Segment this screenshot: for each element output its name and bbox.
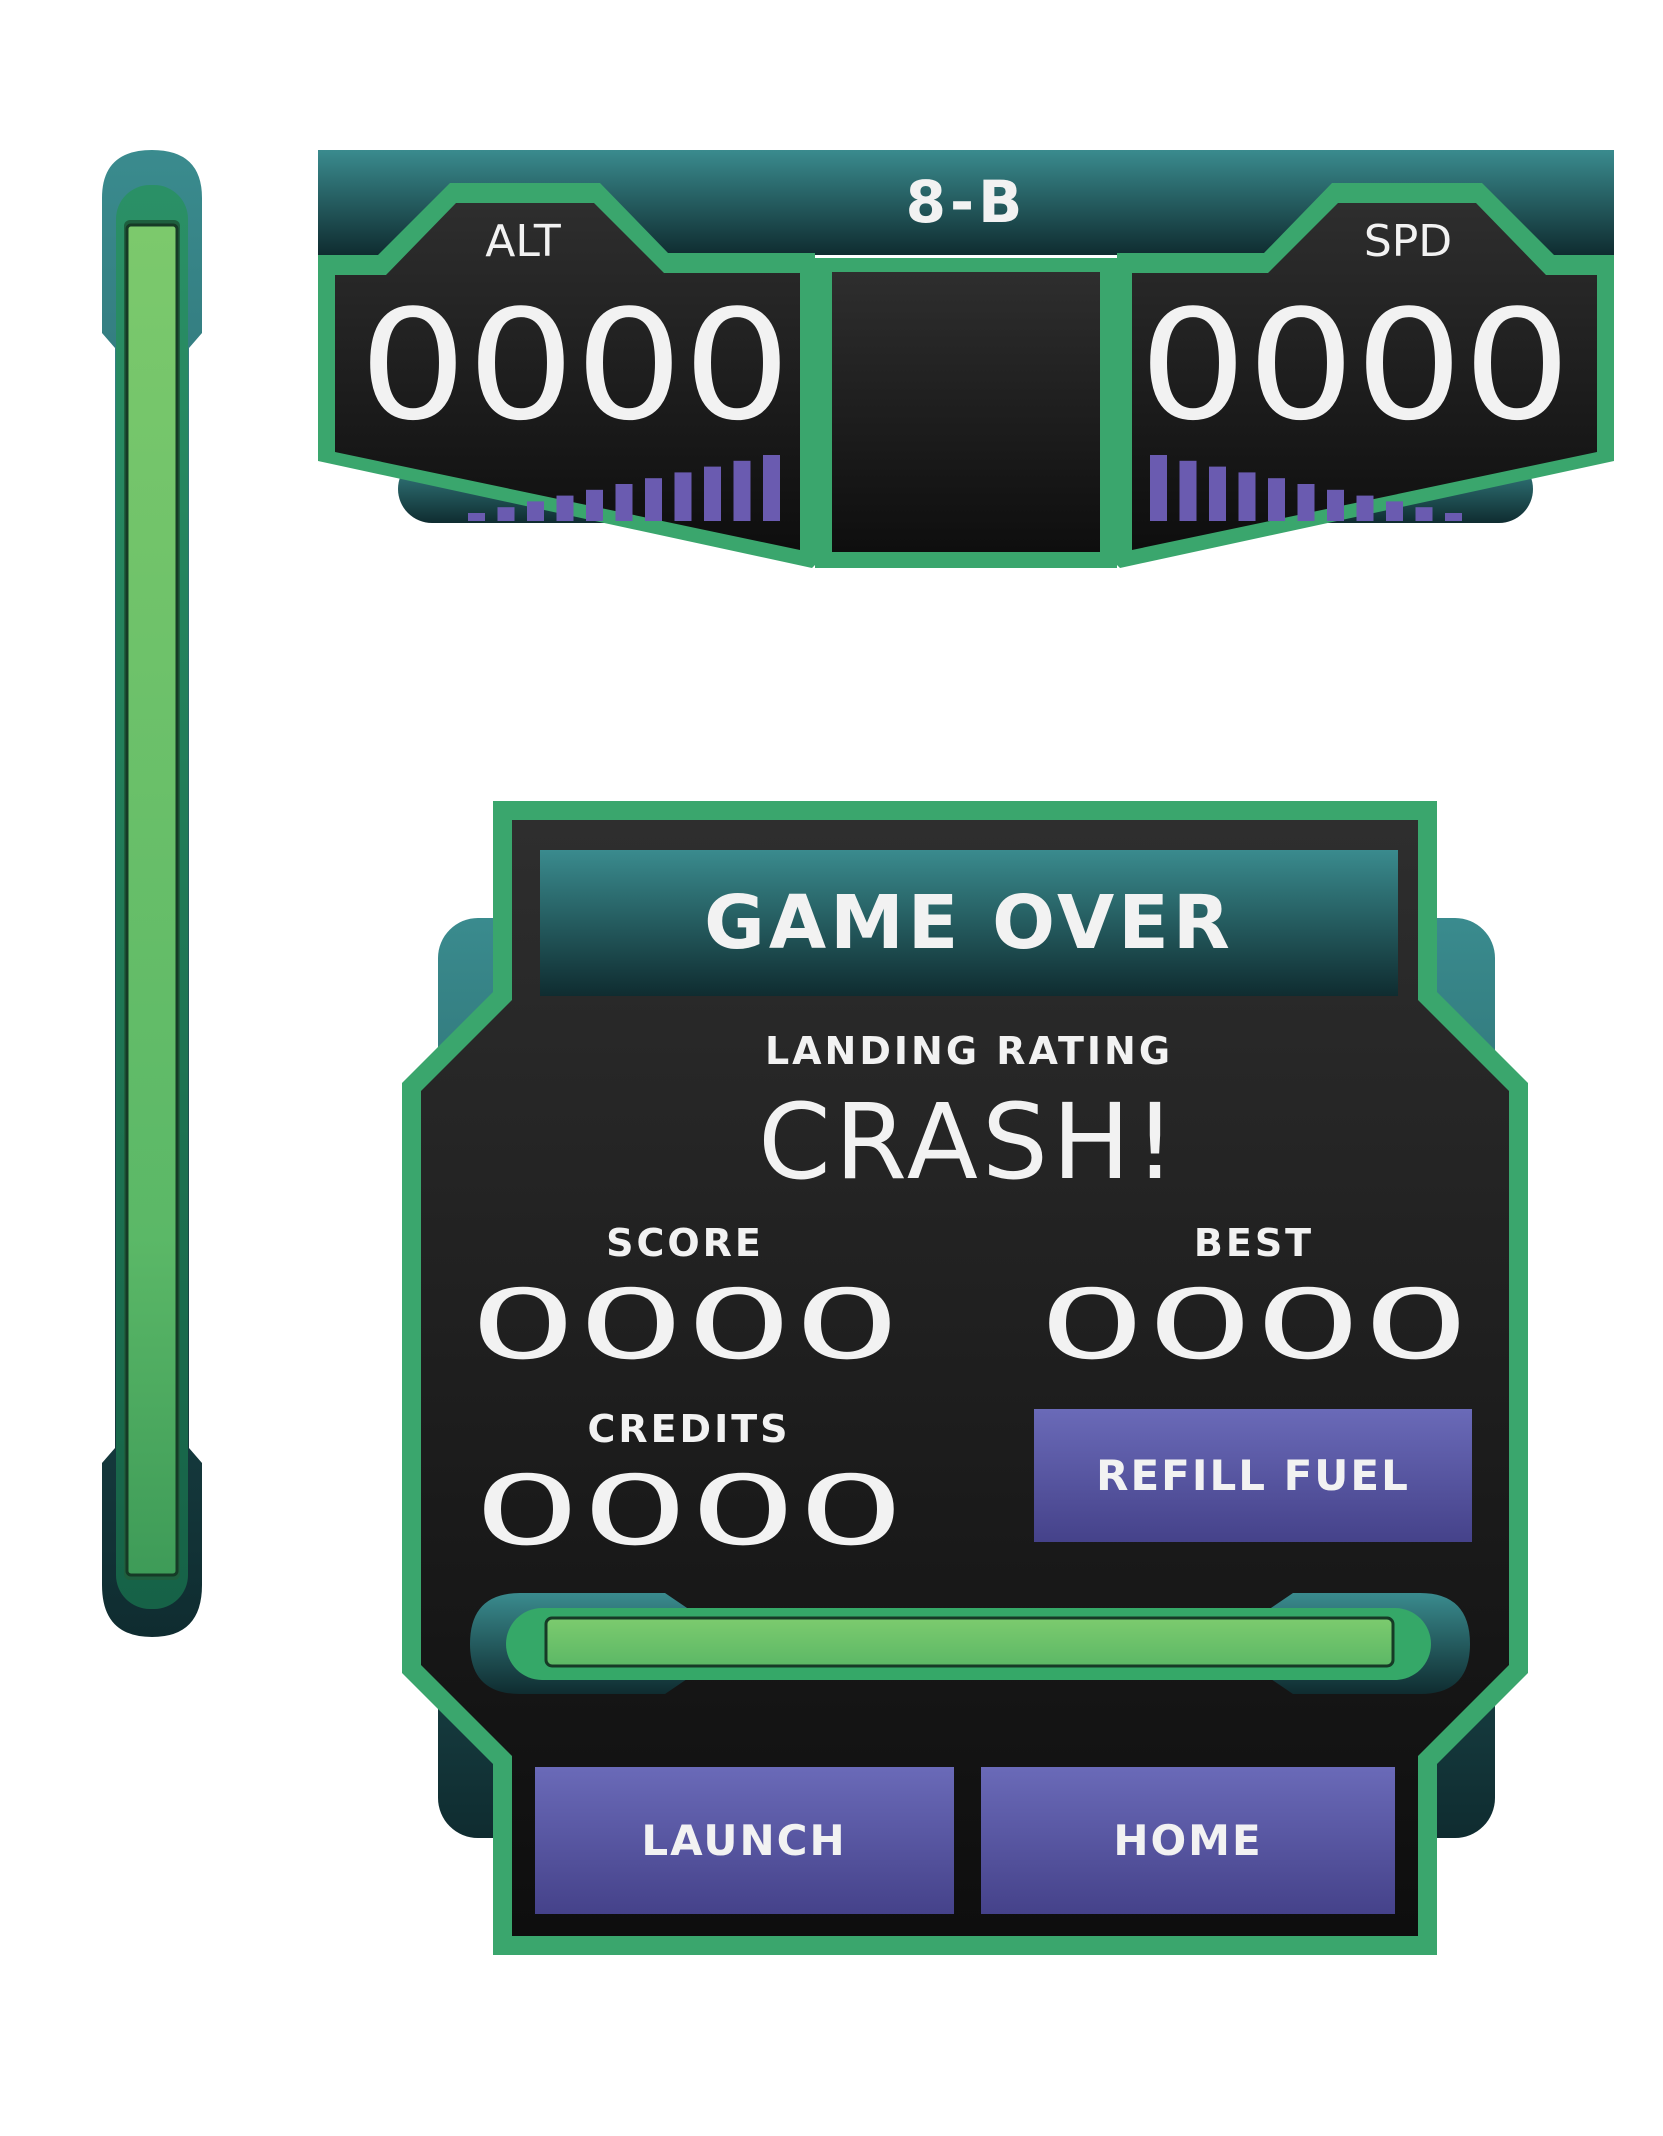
tick-bar	[556, 495, 574, 521]
tick-bar	[1209, 466, 1226, 521]
tick-bar	[645, 478, 662, 521]
tick-bar	[1415, 507, 1433, 521]
fuel-bar-fill	[544, 1616, 1395, 1668]
tick-bar	[763, 455, 780, 521]
tick-bar	[1238, 472, 1256, 521]
landing-rating-label: LANDING RATING	[765, 1029, 1173, 1073]
tick-bar	[1268, 478, 1285, 521]
tick-bar	[1327, 489, 1344, 521]
tick-bar	[1297, 484, 1315, 521]
side-fuel-gauge-fill	[125, 223, 179, 1577]
tick-bar	[1386, 501, 1403, 521]
tick-bar	[527, 501, 544, 521]
best-value: 0000	[1038, 1269, 1470, 1381]
game-over-panel: GAME OVER LANDING RATING CRASH! SCORE 00…	[402, 801, 1528, 1955]
tick-bar	[1150, 455, 1167, 521]
home-button[interactable]: HOME	[981, 1767, 1395, 1914]
fuel-bar	[470, 1593, 1470, 1694]
home-label: HOME	[1113, 1816, 1262, 1865]
launch-button[interactable]: LAUNCH	[535, 1767, 954, 1914]
altitude-value: 0000	[359, 277, 791, 454]
tick-bar	[733, 460, 751, 521]
speed-value: 0000	[1139, 277, 1571, 454]
hud-center-display	[832, 272, 1100, 552]
tick-bar	[586, 489, 603, 521]
launch-label: LAUNCH	[641, 1816, 846, 1865]
landing-rating-value: CRASH!	[758, 1081, 1180, 1203]
refill-fuel-label: REFILL FUEL	[1096, 1451, 1410, 1500]
tick-bar	[704, 466, 721, 521]
game-over-title: GAME OVER	[704, 880, 1234, 966]
game-ui-canvas: 8-B ALT 0000 SPD 0000 GAME OVER LANDING …	[102, 150, 1614, 1955]
level-label: 8-B	[906, 168, 1027, 236]
tick-bar	[497, 507, 515, 521]
best-label: BEST	[1194, 1221, 1314, 1265]
altitude-label: ALT	[485, 216, 561, 267]
hud-panel: 8-B ALT 0000 SPD 0000	[318, 150, 1614, 568]
credits-value: 0000	[473, 1455, 905, 1567]
tick-bar	[674, 472, 692, 521]
score-label: SCORE	[606, 1221, 764, 1265]
tick-bar	[468, 513, 485, 521]
tick-bar	[1445, 513, 1462, 521]
speed-label: SPD	[1364, 216, 1452, 267]
refill-fuel-button[interactable]: REFILL FUEL	[1034, 1409, 1472, 1542]
score-value: 0000	[469, 1269, 901, 1381]
side-fuel-gauge	[102, 150, 202, 1637]
tick-bar	[1179, 460, 1197, 521]
tick-bar	[1356, 495, 1374, 521]
credits-label: CREDITS	[587, 1407, 790, 1451]
tick-bar	[615, 484, 633, 521]
